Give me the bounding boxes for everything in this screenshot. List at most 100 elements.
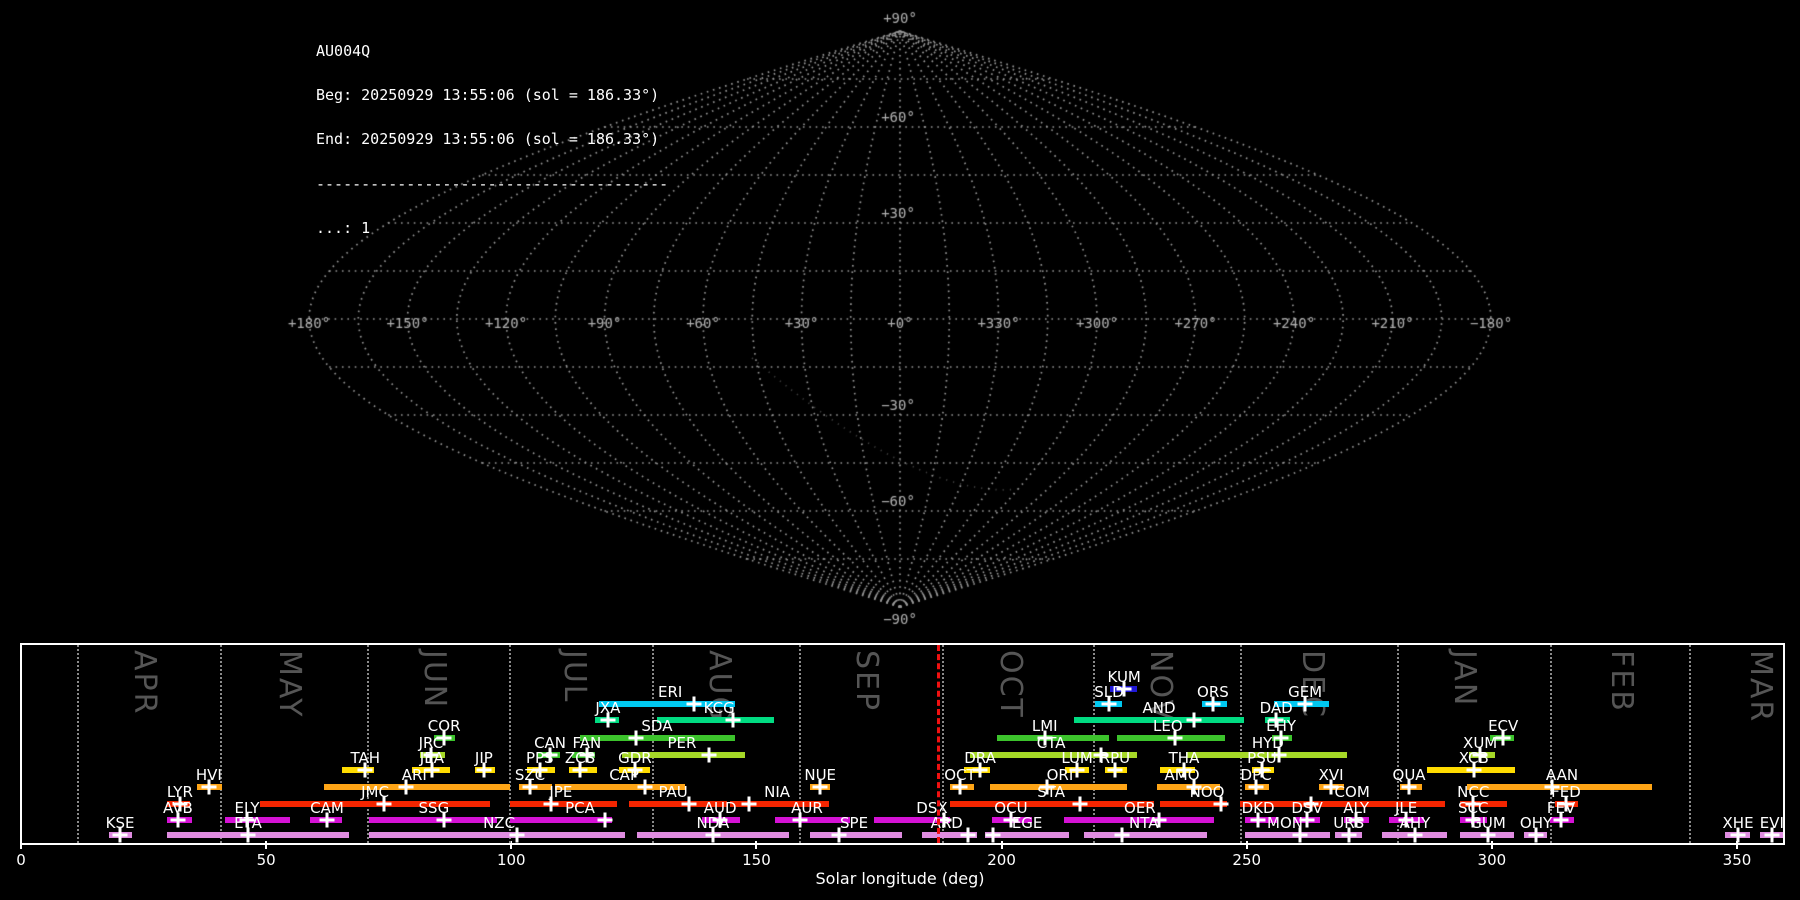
shower-label-JIP: JIP [474,749,493,767]
shower-label-XCB: XCB [1458,749,1489,767]
peak-marker-EGE [985,827,1001,843]
shower-label-NDA: NDA [696,814,730,832]
sky-projection-canvas [0,0,1800,640]
shower-label-LUM: LUM [1061,749,1093,767]
shower-label-AAN: AAN [1545,766,1579,784]
radiant-count: ...: 1 [316,219,371,238]
shower-label-ETA: ETA [234,814,262,832]
shower-bar-SDA [579,735,735,741]
x-tick-label: 250 [1232,851,1262,869]
month-label: SEP [848,650,884,713]
shower-label-TAH: TAH [350,749,380,767]
begin-time: Beg: 20250929 13:55:06 (sol = 186.33°) [316,85,660,104]
shower-label-LMI: LMI [1031,717,1058,735]
shower-label-EHY: EHY [1266,717,1297,735]
header-separator: --------------------------------------- [316,174,669,193]
shower-bar-ARI [324,784,510,790]
month-label: JAN [1447,650,1482,708]
shower-label-ARI: ARI [401,766,427,784]
shower-label-PSU: PSU [1247,749,1277,767]
shower-label-KCG: KCG [703,699,735,717]
shower-label-HVI: HVI [195,766,222,784]
shower-label-STA: STA [1037,783,1066,801]
peak-marker-PER [701,747,717,763]
shower-label-PAU: PAU [658,783,688,801]
shower-bar-JPE [509,801,618,807]
peak-marker-NTA [1114,827,1130,843]
x-tick-label: 100 [496,851,526,869]
month-label: JUL [557,650,593,704]
shower-label-GEM: GEM [1288,683,1323,701]
shower-label-SLD: SLD [1094,683,1124,701]
month-label: APR [127,650,163,716]
peak-marker-CAP [637,779,653,795]
shower-label-OCT: OCT [944,766,976,784]
month-gridline [367,645,370,843]
x-tick-label: 200 [987,851,1016,869]
shower-label-JXA: JXA [595,699,621,717]
month-label: OCT [992,650,1028,719]
shower-label-NOO: NOO [1189,783,1225,801]
month-gridline [220,645,223,843]
peak-marker-AND [1186,712,1202,728]
shower-label-AUR: AUR [791,799,823,817]
peak-marker-PCA [597,812,613,828]
shower-label-DPC: DPC [1240,766,1272,784]
shower-label-NIA: NIA [764,783,791,801]
month-label: MAY [271,650,307,719]
activity-timeline-frame: APR MAY JUN JUL AUG SEP OCT NOV DEC JAN FEB MAR KUM E… [20,643,1785,845]
shower-label-COM: COM [1334,783,1370,801]
shower-bar-KCG [656,717,775,723]
shower-bar-SPE [809,832,903,838]
peak-marker-ERI [686,696,702,712]
shower-label-NCC: NCC [1457,783,1490,801]
shower-label-LYR: LYR [166,783,193,801]
shower-bar-JMC [259,801,491,807]
shower-label-AND: AND [1142,699,1176,717]
shower-label-ORI: ORI [1046,766,1074,784]
shower-label-OHY: OHY [1519,814,1553,832]
shower-label-AMO: AMO [1164,766,1200,784]
month-label: FEB [1603,650,1639,713]
shower-label-XHE: XHE [1722,814,1754,832]
shower-label-AHY: AHY [1399,814,1431,832]
shower-bar-SSG [369,817,498,823]
observation-header: AU004Q Beg: 20250929 13:55:06 (sol = 186… [316,14,668,266]
shower-label-GUM: GUM [1470,814,1506,832]
x-tick-label: 0 [16,851,26,869]
shower-label-AVB: AVB [162,799,193,817]
month-gridline [1689,645,1691,843]
shower-label-MON: MON [1267,814,1303,832]
shower-label-PPS: PPS [525,749,554,767]
shower-label-LEO: LEO [1152,717,1183,735]
month-label: JUN [416,650,452,710]
shower-bar-NZC [369,832,626,838]
shower-label-COR: COR [427,717,461,735]
shower-bar-ETA [167,832,350,838]
shower-label-NZC: NZC [483,814,516,832]
shower-label-RPU: RPU [1099,749,1131,767]
shower-label-SZC: SZC [514,766,546,784]
month-gridline [1092,645,1095,843]
shower-label-JMC: JMC [361,783,389,801]
meteor-shower-activity-screen: AU004Q Beg: 20250929 13:55:06 (sol = 186… [0,0,1800,900]
shower-label-JEA: JEA [419,749,444,767]
shower-label-XVI: XVI [1318,766,1344,784]
current-sol-line [936,645,940,843]
x-tick [1245,841,1248,849]
shower-label-ORS: ORS [1197,683,1229,701]
x-tick-label: 300 [1477,851,1507,869]
month-gridline [76,645,79,843]
x-tick-label: 150 [742,851,771,869]
peak-marker-NIA [741,796,757,812]
shower-label-URS: URS [1333,814,1365,832]
shower-bar-MON [1244,832,1330,838]
shower-label-QUA: QUA [1392,766,1426,784]
x-tick [265,841,268,849]
x-tick [755,841,758,849]
shower-label-ECV: ECV [1488,717,1519,735]
x-tick [20,841,22,849]
shower-label-ERI: ERI [658,683,683,701]
x-tick-label: 50 [256,851,276,869]
x-tick-label: 350 [1722,851,1752,869]
